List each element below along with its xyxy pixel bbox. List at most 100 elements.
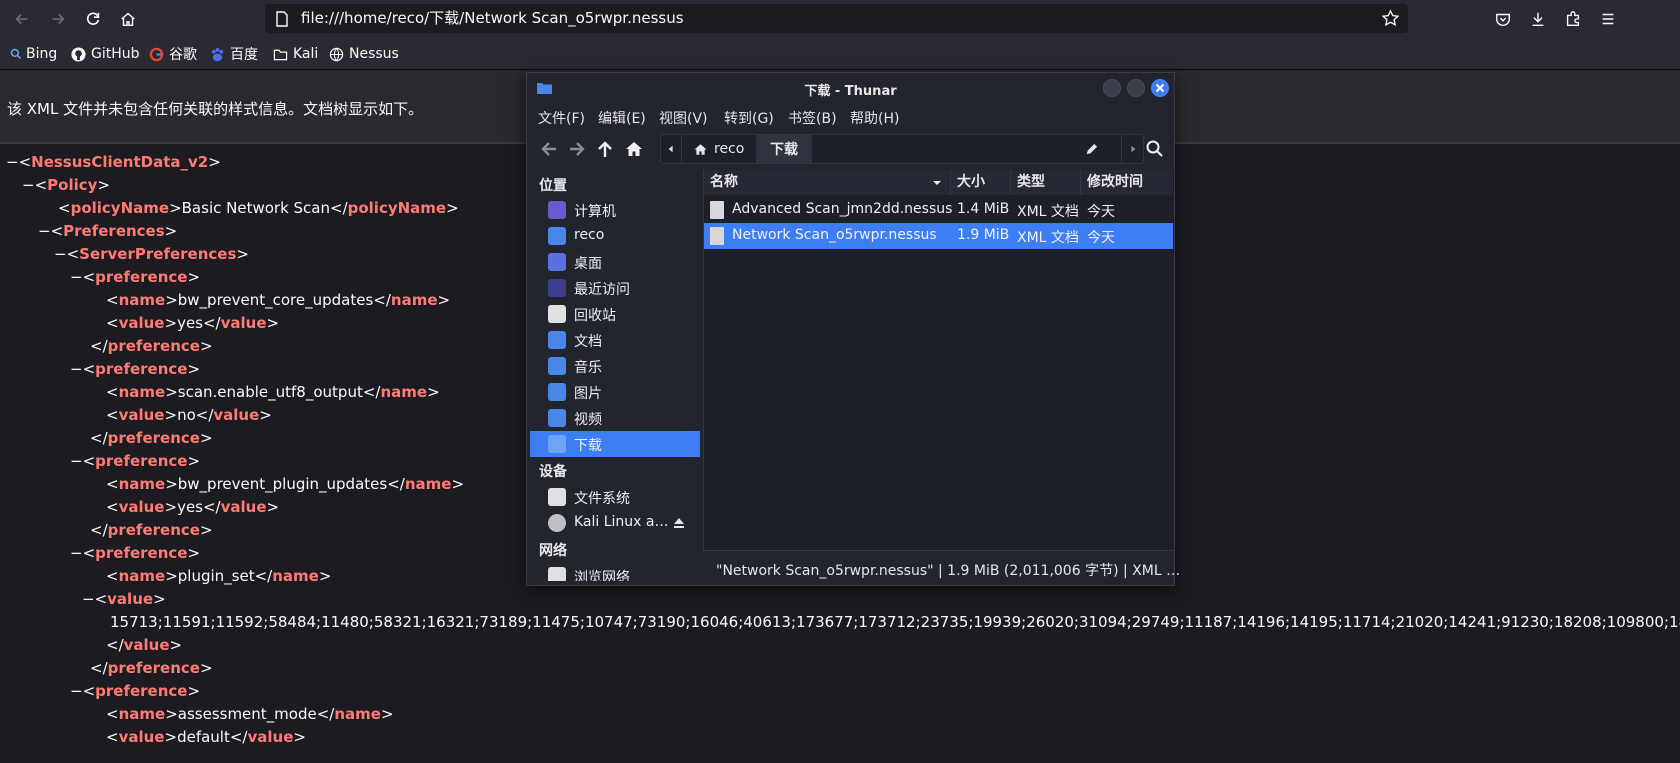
sidebar-item[interactable]: 最近访问 [530, 275, 700, 301]
xml-line[interactable]: −<preference> [70, 358, 200, 380]
maximize-button[interactable] [1127, 79, 1145, 97]
xml-line[interactable]: −<value> [82, 588, 166, 610]
minimize-button[interactable] [1103, 79, 1121, 97]
xml-tag-name: preference [95, 452, 188, 470]
menu-view[interactable]: 视图(V) [659, 108, 708, 128]
window-titlebar[interactable]: 下载 - Thunar [527, 73, 1174, 103]
sidebar-item[interactable]: 回收站 [530, 301, 700, 327]
menu-button[interactable] [1594, 5, 1622, 33]
collapse-toggle[interactable]: − [70, 544, 83, 562]
sidebar-item[interactable]: 音乐 [530, 353, 700, 379]
xml-line[interactable]: −<Policy> [22, 174, 110, 196]
sidebar-item[interactable]: 下载 [530, 431, 700, 457]
column-modified[interactable]: 修改时间 [1081, 170, 1173, 195]
xml-tag-name: preference [95, 682, 188, 700]
nav-back-button[interactable] [537, 137, 561, 161]
xml-tag-name: policyName [347, 199, 447, 217]
bookmark-bing[interactable]: Bing [10, 45, 57, 63]
bookmark-star-icon[interactable] [1381, 9, 1400, 28]
back-button[interactable] [8, 5, 36, 33]
arrow-right-icon [570, 142, 585, 156]
collapse-toggle[interactable]: − [70, 682, 83, 700]
search-icon [10, 48, 22, 60]
devices-heading: 设备 [539, 464, 567, 480]
search-button[interactable] [1143, 137, 1167, 161]
menu-bar: 文件(F) 编辑(E) 视图(V) 转到(G) 书签(B) 帮助(H) [527, 103, 1174, 131]
collapse-toggle[interactable]: − [54, 245, 67, 263]
menu-bookmarks[interactable]: 书签(B) [788, 108, 837, 128]
forward-button[interactable] [44, 5, 72, 33]
file-row[interactable]: Advanced Scan_jmn2dd.nessus 1.4 MiB XML 文档… [704, 197, 1173, 223]
eject-icon[interactable] [673, 517, 685, 529]
xml-line[interactable]: −<preference> [70, 450, 200, 472]
reload-button[interactable] [79, 5, 107, 33]
path-segment-downloads[interactable]: 下载 [756, 135, 812, 163]
collapse-toggle[interactable]: − [6, 153, 19, 171]
xml-tag-name: value [220, 498, 267, 516]
collapse-toggle[interactable]: − [38, 222, 51, 240]
sidebar-item[interactable]: 图片 [530, 379, 700, 405]
xml-tag-name: name [380, 383, 428, 401]
file-row[interactable]: Network Scan_o5rwpr.nessus 1.9 MiB XML 文档今… [704, 223, 1173, 249]
reload-icon [86, 12, 100, 25]
trash-icon [548, 305, 566, 323]
xml-tag-name: value [107, 590, 154, 608]
window-title: 下载 - Thunar [804, 84, 897, 99]
bookmark-kali[interactable]: Kali [273, 45, 318, 63]
puzzle-icon [1566, 11, 1580, 26]
column-type[interactable]: 类型 [1011, 170, 1081, 195]
menu-file[interactable]: 文件(F) [538, 108, 585, 128]
bookmark-baidu[interactable]: 百度 [210, 45, 258, 63]
menu-go[interactable]: 转到(G) [724, 108, 774, 128]
path-segment-reco[interactable]: reco [683, 135, 756, 163]
arrow-up-icon [598, 141, 612, 157]
column-size[interactable]: 大小 [951, 170, 1011, 195]
path-scroll-left-button[interactable] [661, 135, 682, 163]
home-button[interactable] [114, 5, 142, 33]
sidebar-network[interactable]: 浏览网络 [530, 563, 700, 581]
collapse-toggle[interactable]: − [70, 268, 83, 286]
close-button[interactable] [1151, 79, 1169, 97]
xml-line[interactable]: −<Preferences> [38, 220, 177, 242]
file-name: Network Scan_o5rwpr.nessus [732, 227, 937, 243]
arrow-left-icon [541, 142, 556, 156]
xml-line[interactable]: −<preference> [70, 680, 200, 702]
xml-tag-name: value [118, 314, 165, 332]
menu-help[interactable]: 帮助(H) [850, 108, 899, 128]
collapse-toggle[interactable]: − [70, 452, 83, 470]
sidebar-device[interactable]: Kali Linux a… [530, 510, 700, 536]
nav-home-button[interactable] [622, 137, 646, 161]
documents-folder-icon [548, 331, 566, 349]
bookmark-google[interactable]: 谷歌 [149, 45, 197, 63]
pocket-button[interactable] [1489, 5, 1517, 33]
sidebar-item[interactable]: 视频 [530, 405, 700, 431]
sidebar-item[interactable]: 桌面 [530, 249, 700, 275]
sidebar-item[interactable]: reco [530, 223, 700, 249]
xml-tag-name: value [247, 728, 294, 746]
menu-edit[interactable]: 编辑(E) [598, 108, 646, 128]
xml-line[interactable]: −<preference> [70, 266, 200, 288]
url-bar[interactable]: file:///home/reco/下载/Network Scan_o5rwpr… [265, 4, 1408, 33]
xml-line[interactable]: −<preference> [70, 542, 200, 564]
xml-line: <value>no</value> [106, 406, 272, 424]
path-scroll-right-button[interactable] [1121, 135, 1143, 163]
bookmark-nessus[interactable]: Nessus [329, 45, 399, 63]
downloads-button[interactable] [1524, 5, 1552, 33]
xml-line[interactable]: −<NessusClientData_v2> [6, 151, 221, 173]
bookmark-github[interactable]: GitHub [71, 45, 140, 63]
collapse-toggle[interactable]: − [70, 360, 83, 378]
sidebar-item[interactable]: 文档 [530, 327, 700, 353]
nav-up-button[interactable] [593, 137, 617, 161]
edit-location-button[interactable] [1079, 135, 1103, 163]
nav-forward-button[interactable] [565, 137, 589, 161]
url-text[interactable]: file:///home/reco/下载/Network Scan_o5rwpr… [301, 9, 684, 28]
column-name[interactable]: 名称 [704, 170, 951, 195]
xml-tag-name: preference [107, 337, 200, 355]
xml-tag-name: value [118, 406, 165, 424]
collapse-toggle[interactable]: − [82, 590, 95, 608]
collapse-toggle[interactable]: − [22, 176, 35, 194]
sidebar-device[interactable]: 文件系统 [530, 484, 700, 510]
xml-line[interactable]: −<ServerPreferences> [54, 243, 249, 265]
sidebar-item[interactable]: 计算机 [530, 197, 700, 223]
extensions-button[interactable] [1559, 5, 1587, 33]
